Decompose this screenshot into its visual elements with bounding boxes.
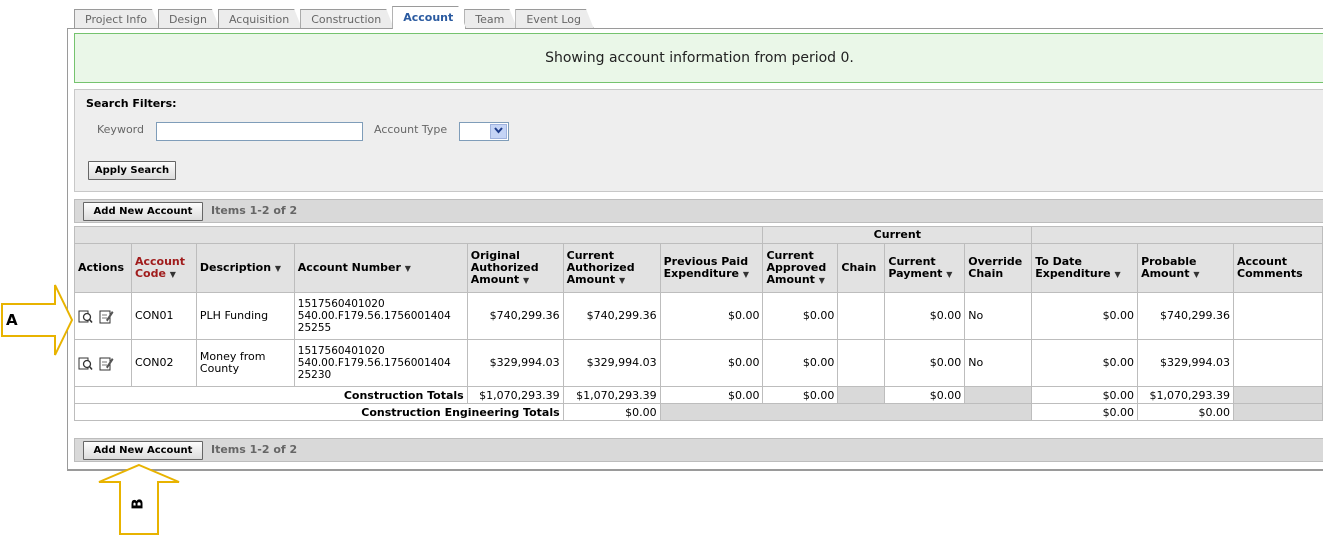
cell-previous-paid: $0.00: [659, 339, 764, 387]
col-current-payment[interactable]: Current Payment ▼: [884, 243, 966, 293]
view-details-icon[interactable]: [78, 309, 93, 324]
engineering-totals-label: Construction Engineering Totals: [74, 403, 564, 421]
keyword-input[interactable]: [156, 122, 363, 141]
cell-override-chain: No: [964, 339, 1033, 387]
column-header-row: Actions Account Code ▼ Description ▼ Acc…: [74, 243, 1323, 293]
tab-account[interactable]: Account: [392, 6, 466, 29]
account-type-select[interactable]: [459, 122, 509, 141]
cell-current-approved: $0.00: [762, 292, 839, 340]
search-filters-panel: Search Filters: Keyword Account Type App…: [74, 89, 1323, 192]
construction-totals-label: Construction Totals: [74, 386, 468, 404]
engineering-totals-row: Construction Engineering Totals $0.00 $0…: [74, 403, 1323, 421]
bottom-toolbar: Add New Account Items 1-2 of 2: [74, 438, 1323, 462]
col-actions: Actions: [74, 243, 132, 293]
cell-current-authorized: $740,299.36: [562, 292, 661, 340]
row-actions: [74, 292, 132, 340]
cell-previous-paid: $0.00: [659, 292, 764, 340]
cell-current-payment: $0.00: [884, 339, 966, 387]
total-current-payment: $0.00: [884, 386, 966, 404]
cell-account-code: CON02: [130, 339, 197, 387]
edit-icon[interactable]: [99, 356, 114, 371]
cell-comments: [1233, 292, 1323, 340]
callout-arrow-b: B: [96, 463, 182, 535]
items-count: Items 1-2 of 2: [211, 443, 298, 456]
row-actions: [74, 339, 132, 387]
cell-to-date: $0.00: [1031, 339, 1139, 387]
callout-arrow-a: A: [0, 283, 75, 357]
col-previous-paid[interactable]: Previous Paid Expenditure ▼: [659, 243, 764, 293]
info-message-box: Showing account information from period …: [74, 33, 1323, 83]
col-chain: Chain: [837, 243, 886, 293]
col-probable[interactable]: Probable Amount ▼: [1137, 243, 1234, 293]
col-account-code[interactable]: Account Code ▼: [130, 243, 197, 293]
callout-label-b: B: [128, 498, 147, 510]
col-original-authorized[interactable]: Original Authorized Amount ▼: [466, 243, 564, 293]
callout-label-a: A: [6, 311, 18, 329]
cell-to-date: $0.00: [1031, 292, 1139, 340]
items-count: Items 1-2 of 2: [211, 204, 298, 217]
search-filters-title: Search Filters:: [86, 97, 177, 110]
accounts-table: Current Actions Account Code ▼ Descripti…: [74, 226, 1323, 421]
cell-override-chain: No: [964, 292, 1033, 340]
col-current-authorized[interactable]: Current Authorized Amount ▼: [562, 243, 661, 293]
cell-chain: [837, 339, 886, 387]
keyword-label: Keyword: [97, 123, 144, 136]
col-comments: Account Comments: [1233, 243, 1323, 293]
total-current-approved: $0.00: [762, 386, 839, 404]
tab-construction[interactable]: Construction: [300, 9, 394, 29]
cell-description: PLH Funding: [195, 292, 295, 340]
cell-chain: [837, 292, 886, 340]
cell-account-number: 1517560401020 540.00.F179.56.1756001404 …: [293, 339, 468, 387]
eng-total-probable: $0.00: [1137, 403, 1234, 421]
total-to-date: $0.00: [1031, 386, 1139, 404]
total-original-authorized: $1,070,293.39: [466, 386, 564, 404]
cell-current-authorized: $329,994.03: [562, 339, 661, 387]
add-new-account-button[interactable]: Add New Account: [83, 441, 203, 460]
view-details-icon[interactable]: [78, 356, 93, 371]
table-row: CON01 PLH Funding 1517560401020 540.00.F…: [74, 292, 1323, 340]
current-group-header: Current: [762, 226, 1033, 244]
total-probable: $1,070,293.39: [1137, 386, 1234, 404]
tab-event-log[interactable]: Event Log: [515, 9, 594, 29]
add-new-account-button[interactable]: Add New Account: [83, 202, 203, 221]
col-current-approved[interactable]: Current Approved Amount ▼: [762, 243, 839, 293]
tab-acquisition[interactable]: Acquisition: [218, 9, 302, 29]
cell-original-authorized: $740,299.36: [466, 292, 564, 340]
cell-comments: [1233, 339, 1323, 387]
col-to-date[interactable]: To Date Expenditure ▼: [1031, 243, 1139, 293]
cell-account-code: CON01: [130, 292, 197, 340]
total-previous-paid: $0.00: [659, 386, 764, 404]
group-header-row: Current: [74, 226, 1323, 244]
total-current-authorized: $1,070,293.39: [562, 386, 661, 404]
cell-probable: $329,994.03: [1137, 339, 1234, 387]
col-description[interactable]: Description ▼: [195, 243, 295, 293]
cell-current-approved: $0.00: [762, 339, 839, 387]
table-row: CON02 Money from County 1517560401020 54…: [74, 339, 1323, 387]
cell-current-payment: $0.00: [884, 292, 966, 340]
accounts-table-wrap: Current Actions Account Code ▼ Descripti…: [74, 226, 1323, 436]
top-toolbar: Add New Account Items 1-2 of 2: [74, 199, 1323, 223]
edit-icon[interactable]: [99, 309, 114, 324]
apply-search-button[interactable]: Apply Search: [88, 161, 176, 180]
tab-project-info[interactable]: Project Info: [74, 9, 160, 29]
tab-design[interactable]: Design: [158, 9, 220, 29]
cell-probable: $740,299.36: [1137, 292, 1234, 340]
tab-team[interactable]: Team: [464, 9, 517, 29]
cell-account-number: 1517560401020 540.00.F179.56.1756001404 …: [293, 292, 468, 340]
col-account-number[interactable]: Account Number ▼: [293, 243, 468, 293]
eng-total-to-date: $0.00: [1031, 403, 1139, 421]
info-message: Showing account information from period …: [545, 50, 854, 66]
cell-description: Money from County: [195, 339, 295, 387]
dropdown-arrow-icon[interactable]: [490, 124, 507, 139]
construction-totals-row: Construction Totals $1,070,293.39 $1,070…: [74, 386, 1323, 404]
col-override-chain: Override Chain: [964, 243, 1033, 293]
tab-bar: Project Info Design Acquisition Construc…: [74, 5, 592, 29]
account-type-label: Account Type: [374, 123, 448, 136]
cell-original-authorized: $329,994.03: [466, 339, 564, 387]
eng-total-current-authorized: $0.00: [562, 403, 661, 421]
